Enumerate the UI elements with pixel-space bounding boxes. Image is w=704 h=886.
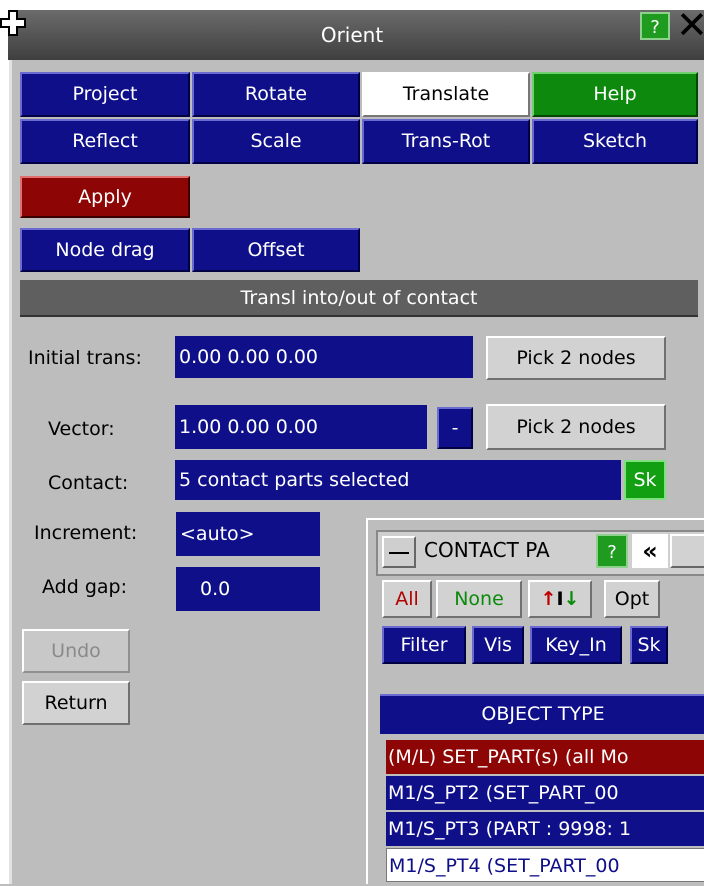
node-drag-button[interactable]: Node drag: [20, 228, 190, 272]
help-button[interactable]: Help: [532, 72, 698, 117]
tab-reflect[interactable]: Reflect: [20, 119, 190, 164]
select-all-button[interactable]: All: [382, 580, 432, 618]
contact-input[interactable]: 5 contact parts selected: [175, 460, 621, 500]
section-title: Transl into/out of contact: [20, 280, 698, 317]
vector-input[interactable]: 1.00 0.00 0.00: [175, 405, 427, 449]
pick-2-nodes-vector-button[interactable]: Pick 2 nodes: [486, 404, 666, 450]
contact-parts-panel: CONTACT PA ? « All None ↑I↓ Opt Filter V…: [366, 518, 704, 886]
filter-button[interactable]: Filter: [382, 626, 466, 664]
contact-label: Contact:: [48, 472, 129, 494]
panel-blank-button[interactable]: [670, 534, 704, 568]
tab-translate[interactable]: Translate: [362, 72, 530, 117]
tab-sketch[interactable]: Sketch: [532, 119, 698, 164]
contact-panel-titlebar: CONTACT PA ? «: [376, 530, 704, 576]
window-title: Orient: [320, 23, 384, 47]
select-none-button[interactable]: None: [436, 580, 522, 618]
apply-button[interactable]: Apply: [20, 176, 190, 218]
close-icon[interactable]: ✕: [676, 6, 704, 44]
list-item[interactable]: M1/S_PT3 (PART : 9998: 1: [386, 812, 704, 846]
negate-vector-button[interactable]: -: [437, 407, 473, 449]
swap-selection-button[interactable]: ↑I↓: [528, 580, 592, 618]
contact-help-icon[interactable]: ?: [596, 534, 628, 568]
tab-scale[interactable]: Scale: [192, 119, 360, 164]
contact-sketch-button[interactable]: Sk: [624, 460, 666, 500]
down-arrow-icon: ↓: [563, 588, 580, 610]
up-arrow-icon: ↑: [540, 588, 557, 610]
list-item[interactable]: (M/L) SET_PART(s) (all Mo: [386, 740, 704, 774]
move-cross-icon[interactable]: [0, 10, 26, 36]
tab-project[interactable]: Project: [20, 72, 190, 117]
add-gap-input[interactable]: 0.0: [176, 567, 320, 611]
window-border: [0, 60, 9, 884]
contact-panel-title: CONTACT PA: [424, 538, 550, 562]
object-list: (M/L) SET_PART(s) (all Mo M1/S_PT2 (SET_…: [380, 740, 704, 886]
title-bar: Orient ? ✕: [0, 0, 704, 60]
add-gap-label: Add gap:: [42, 576, 127, 598]
initial-trans-input[interactable]: 0.00 0.00 0.00: [175, 336, 473, 378]
tab-rotate[interactable]: Rotate: [192, 72, 360, 117]
tab-trans-rot[interactable]: Trans-Rot: [362, 119, 530, 164]
key-in-button[interactable]: Key_In: [530, 626, 622, 664]
panel-sketch-button[interactable]: Sk: [630, 626, 668, 664]
list-item[interactable]: M1/S_PT4 (SET_PART_00: [386, 848, 704, 882]
swap-divider: I: [556, 588, 564, 610]
return-button[interactable]: Return: [22, 681, 130, 725]
undo-button[interactable]: Undo: [22, 629, 130, 673]
help-icon[interactable]: ?: [640, 12, 670, 40]
vector-label: Vector:: [48, 418, 115, 440]
list-item[interactable]: M1/S_PT2 (SET_PART_00: [386, 776, 704, 810]
window-border-inner: [9, 60, 12, 884]
object-type-header[interactable]: OBJECT TYPE: [380, 694, 704, 734]
pick-2-nodes-button[interactable]: Pick 2 nodes: [486, 336, 666, 380]
visibility-button[interactable]: Vis: [472, 626, 524, 664]
minimize-icon[interactable]: [382, 536, 416, 568]
increment-input[interactable]: <auto>: [176, 512, 320, 556]
offset-button[interactable]: Offset: [192, 228, 360, 272]
initial-trans-label: Initial trans:: [28, 347, 142, 369]
options-button[interactable]: Opt: [604, 580, 660, 618]
collapse-chevron-icon[interactable]: «: [632, 534, 668, 568]
increment-label: Increment:: [34, 522, 138, 544]
